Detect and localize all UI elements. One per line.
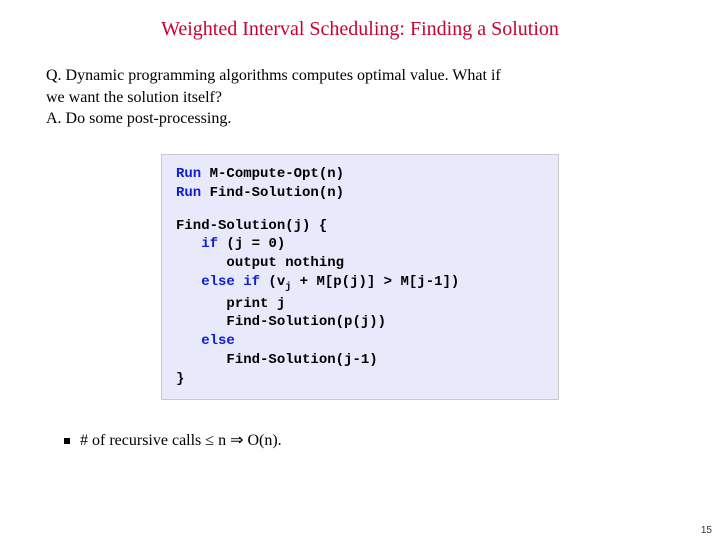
question-line2: we want the solution itself? [46, 89, 222, 106]
code-text: (v [260, 274, 285, 290]
keyword-else: else [201, 333, 235, 349]
code-box: Run M-Compute-Opt(n) Run Find-Solution(n… [161, 154, 559, 400]
keyword-run: Run [176, 166, 201, 182]
code-line-run2: Run Find-Solution(n) [176, 184, 544, 203]
code-line-print: print j [176, 295, 544, 314]
code-fn-sig: Find-Solution(j) { [176, 217, 544, 236]
code-line-if: if (j = 0) [176, 235, 544, 254]
code-line-rec1: Find-Solution(p(j)) [176, 313, 544, 332]
bullet-row: # of recursive calls ≤ n ⇒ O(n). [0, 400, 720, 450]
code-text: (j = 0) [218, 236, 285, 252]
page-number: 15 [701, 525, 712, 536]
bullet-icon [64, 438, 70, 444]
keyword-elseif: else if [201, 274, 260, 290]
body-text: Q. Dynamic programming algorithms comput… [0, 41, 720, 130]
code-close-brace: } [176, 370, 544, 389]
code-line-else: else [176, 332, 544, 351]
question-line1: Q. Dynamic programming algorithms comput… [46, 67, 501, 84]
code-text: M-Compute-Opt(n) [201, 166, 344, 182]
code-line-rec2: Find-Solution(j-1) [176, 351, 544, 370]
slide: Weighted Interval Scheduling: Finding a … [0, 0, 720, 540]
bullet-text: # of recursive calls ≤ n ⇒ O(n). [80, 432, 282, 449]
keyword-run: Run [176, 185, 201, 201]
code-text: Find-Solution(n) [201, 185, 344, 201]
code-line-elseif: else if (vj + M[p(j)] > M[j-1]) [176, 273, 544, 294]
code-line-run1: Run M-Compute-Opt(n) [176, 165, 544, 184]
keyword-if: if [201, 236, 218, 252]
code-text: + M[p(j)] > M[j-1]) [291, 274, 459, 290]
answer-line: A. Do some post-processing. [46, 110, 231, 127]
code-line-output: output nothing [176, 254, 544, 273]
slide-title: Weighted Interval Scheduling: Finding a … [0, 0, 720, 41]
